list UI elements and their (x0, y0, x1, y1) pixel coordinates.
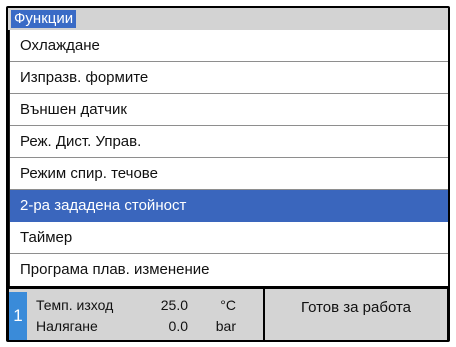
outlet-temp-row: Темп. изход 25.0 °C (36, 295, 261, 315)
pressure-value: 0.0 (168, 318, 188, 334)
menu-title: Функции (11, 10, 77, 28)
menu-item-remote-control[interactable]: Реж. Дист. Управ. (10, 126, 448, 158)
menu-item-cooling[interactable]: Охлаждане (10, 30, 448, 62)
pressure-row: Налягане 0.0 bar (36, 316, 261, 336)
menu-item-external-sensor[interactable]: Външен датчик (10, 94, 448, 126)
menu-item-timer[interactable]: Таймер (10, 222, 448, 254)
status-message: Готов за работа (300, 299, 412, 316)
menu-item-mold-drain[interactable]: Изпразв. формите (10, 62, 448, 94)
menu-item-leak-stop[interactable]: Режим спир. течове (10, 158, 448, 190)
device-screen: Функции Охлаждане Изпразв. формите Външе… (6, 6, 450, 342)
outlet-temp-unit: °C (220, 297, 236, 313)
menu-item-second-setpoint[interactable]: 2-ра зададена стойност (10, 190, 448, 222)
pressure-unit: bar (215, 318, 236, 334)
outlet-temp-value: 25.0 (160, 297, 188, 313)
outlet-temp-label: Темп. изход (36, 297, 114, 313)
menu-item-ramp-program[interactable]: Програма плав. изменение (10, 254, 448, 286)
pressure-label: Налягане (36, 318, 98, 334)
functions-menu: Охлаждане Изпразв. формите Външен датчик… (9, 30, 448, 286)
menu-header: Функции (8, 8, 448, 30)
unit-index-badge: 1 (9, 292, 27, 340)
status-bar: 1 Темп. изход 25.0 °C Налягане 0.0 bar Г… (9, 289, 447, 340)
